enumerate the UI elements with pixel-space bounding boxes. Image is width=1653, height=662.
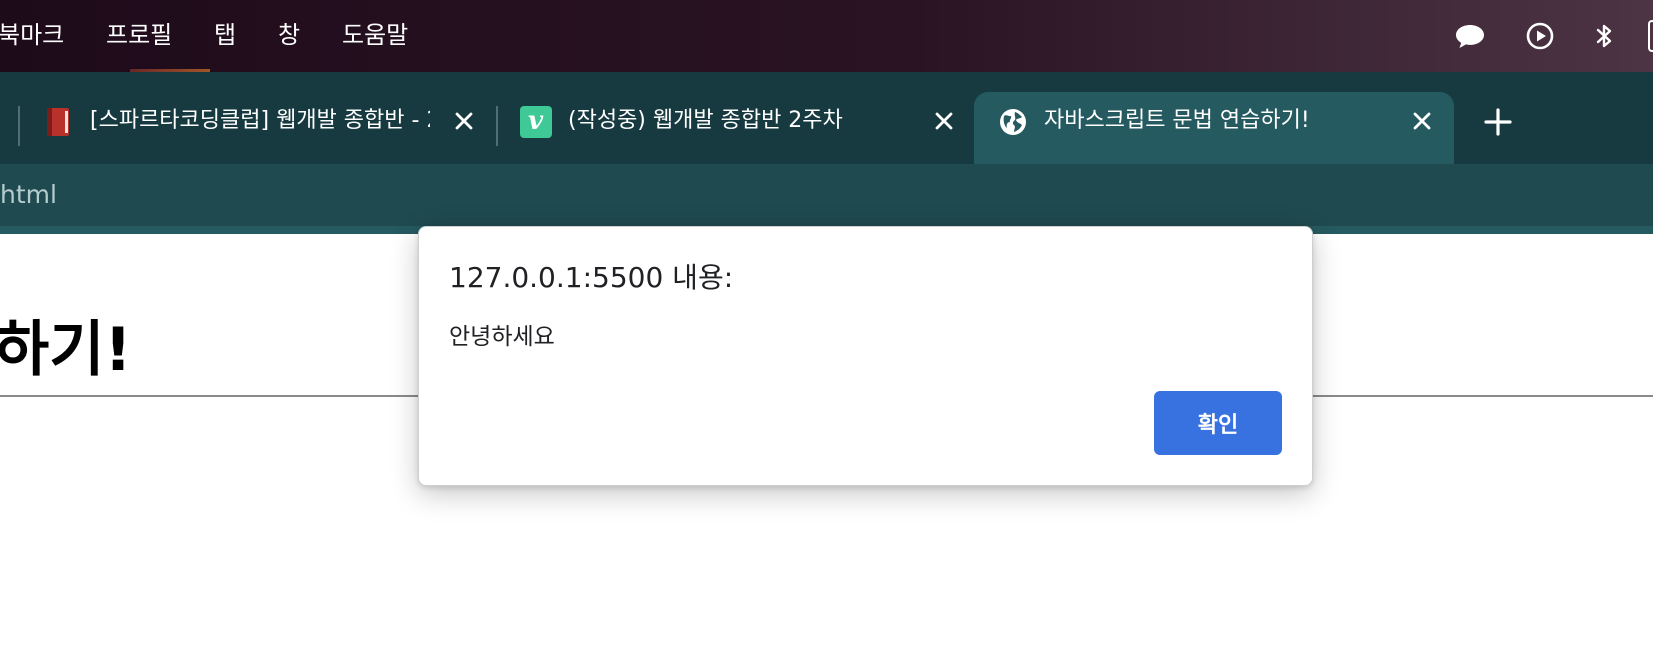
- page-title: 하기!: [0, 315, 132, 386]
- play-circle-icon[interactable]: [1524, 20, 1556, 52]
- close-icon[interactable]: [1408, 107, 1436, 135]
- url-text: html: [0, 180, 57, 209]
- alert-dialog: 127.0.0.1:5500 내용: 안녕하세요 확인: [418, 226, 1313, 486]
- globe-icon: [1000, 109, 1026, 135]
- tab-velog-draft[interactable]: v (작성중) 웹개발 종합반 2주차: [498, 92, 966, 164]
- cut-off-status-icon[interactable]: [1648, 20, 1653, 52]
- tab-title: 자바스크립트 문법 연습하기!: [1044, 108, 1310, 133]
- dialog-message: 안녕하세요: [449, 324, 555, 350]
- menu-profile[interactable]: 프로필: [106, 18, 172, 52]
- browser-toolbar: html: [0, 164, 1653, 226]
- menu-window[interactable]: 창: [278, 18, 300, 52]
- screen: 북마크 프로필 탭 창 도움말 [스파르타코딩클럽] 웹개발 종합반 - 2주차: [0, 0, 1653, 662]
- dialog-title: 127.0.0.1:5500 내용:: [449, 261, 734, 294]
- close-icon[interactable]: [930, 107, 958, 135]
- tab-separator: [18, 106, 20, 146]
- tab-sparta-coding[interactable]: [스파르타코딩클럽] 웹개발 종합반 - 2주차: [22, 92, 492, 164]
- tab-javascript-practice[interactable]: 자바스크립트 문법 연습하기!: [974, 92, 1454, 164]
- red-book-icon: [47, 108, 69, 136]
- velog-v-icon: v: [520, 106, 552, 138]
- close-icon[interactable]: [450, 107, 478, 135]
- tab-title: [스파르타코딩클럽] 웹개발 종합반 - 2주차: [90, 108, 430, 133]
- menu-bookmarks[interactable]: 북마크: [0, 18, 64, 52]
- menu-tab[interactable]: 탭: [214, 18, 236, 52]
- address-bar[interactable]: html: [0, 164, 1653, 226]
- new-tab-plus-icon[interactable]: [1480, 104, 1516, 140]
- browser-tab-strip: [스파르타코딩클럽] 웹개발 종합반 - 2주차 v (작성중) 웹개발 종합반…: [0, 72, 1653, 164]
- macos-menu-bar: 북마크 프로필 탭 창 도움말: [0, 0, 1653, 72]
- chat-bubble-icon[interactable]: [1454, 20, 1486, 52]
- menu-help[interactable]: 도움말: [342, 18, 408, 52]
- bluetooth-icon[interactable]: [1588, 20, 1620, 52]
- ok-button[interactable]: 확인: [1154, 391, 1282, 455]
- tab-title: (작성중) 웹개발 종합반 2주차: [568, 108, 843, 133]
